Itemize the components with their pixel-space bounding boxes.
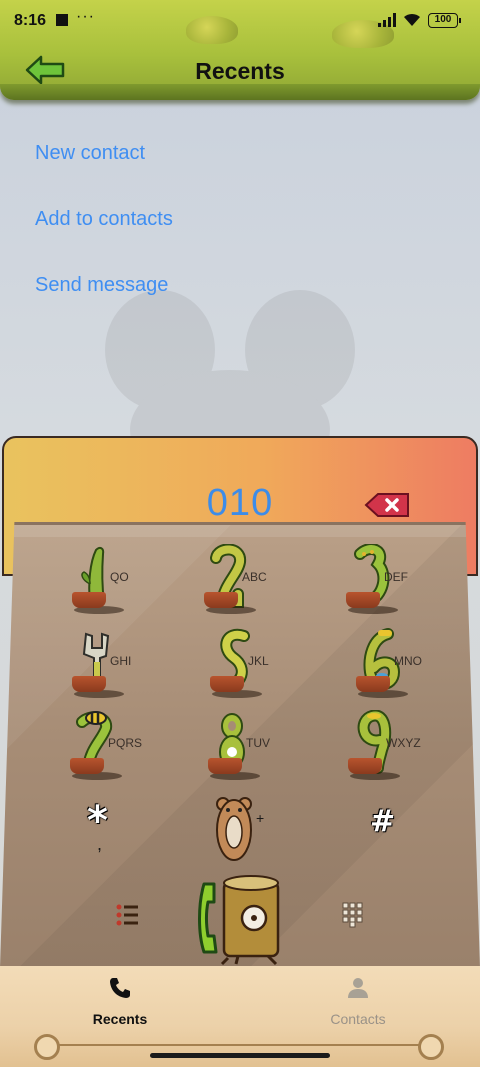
add-to-contacts-link[interactable]: Add to contacts [35, 208, 173, 231]
tab-recents[interactable]: Recents [60, 976, 180, 1027]
nav-knob-left [34, 1034, 60, 1060]
new-contact-link[interactable]: New contact [35, 142, 145, 165]
key-9[interactable]: WXYZ [334, 706, 434, 786]
more-notifications-icon: ··· [76, 8, 95, 25]
plant-pot [72, 592, 106, 608]
plant-pot [208, 758, 242, 774]
backspace-button[interactable] [364, 492, 410, 518]
dialpad-icon[interactable] [342, 902, 364, 928]
key-2[interactable]: ABC [190, 540, 290, 620]
key-4-letters: GHI [110, 654, 132, 668]
key-1-letters: QO [110, 570, 129, 584]
plant-pot [70, 758, 104, 774]
status-time: 8:16 [14, 12, 47, 29]
plant-pot [348, 758, 382, 774]
key-8[interactable]: TUV [194, 706, 294, 786]
key-5-letters: JKL [248, 654, 269, 668]
key-8-letters: TUV [246, 736, 270, 750]
key-0-plus: + [256, 810, 265, 826]
background-bear-watermark [105, 290, 355, 440]
bottom-navigation: Recents Contacts [0, 966, 480, 1067]
key-9-letters: WXYZ [386, 736, 421, 750]
phone-icon [110, 978, 130, 998]
nav-knob-right [418, 1034, 444, 1060]
key-7-letters: PQRS [108, 736, 143, 750]
key-7[interactable]: PQRS [56, 706, 156, 786]
app-header: 8:16 ··· 100 Recents [0, 0, 480, 100]
wifi-icon [404, 13, 420, 26]
send-message-link[interactable]: Send message [35, 274, 168, 297]
menu-list-icon[interactable] [116, 904, 140, 926]
plant-pot [72, 676, 106, 692]
key-3[interactable]: DEF [332, 540, 432, 620]
plant-pot [204, 592, 238, 608]
key-0[interactable]: + [200, 790, 280, 870]
person-icon [348, 978, 368, 998]
tab-contacts[interactable]: Contacts [298, 976, 418, 1027]
tab-contacts-label: Contacts [330, 1011, 386, 1027]
signal-icon [378, 13, 396, 27]
key-star-sub: , [97, 834, 103, 854]
key-1[interactable]: QO [58, 540, 158, 620]
page-title: Recents [195, 58, 285, 84]
key-6-letters: MNO [394, 654, 422, 668]
dialer-panel: 010 QO ABC DEF GHI JKL MNO PQRS TUV WXYZ… [0, 436, 480, 971]
key-5[interactable]: JKL [196, 624, 296, 704]
call-button[interactable] [194, 874, 286, 966]
status-bar: 8:16 ··· 100 [0, 0, 480, 40]
tab-recents-label: Recents [92, 1011, 148, 1027]
nav-rail-decoration [52, 1044, 428, 1046]
plant-pot [356, 676, 390, 692]
digit-0-bear-icon [216, 797, 252, 861]
key-2-letters: ABC [242, 570, 267, 584]
key-3-letters: DEF [384, 570, 408, 584]
plant-pot [346, 592, 380, 608]
key-4[interactable]: GHI [58, 624, 158, 704]
tree-stump-call-icon [198, 875, 280, 966]
home-indicator[interactable] [150, 1053, 330, 1058]
battery-icon: 100 [428, 13, 461, 28]
plant-pot [210, 676, 244, 692]
key-hash[interactable]: # [370, 804, 395, 839]
key-6[interactable]: MNO [342, 624, 442, 704]
notification-icon [56, 14, 68, 26]
